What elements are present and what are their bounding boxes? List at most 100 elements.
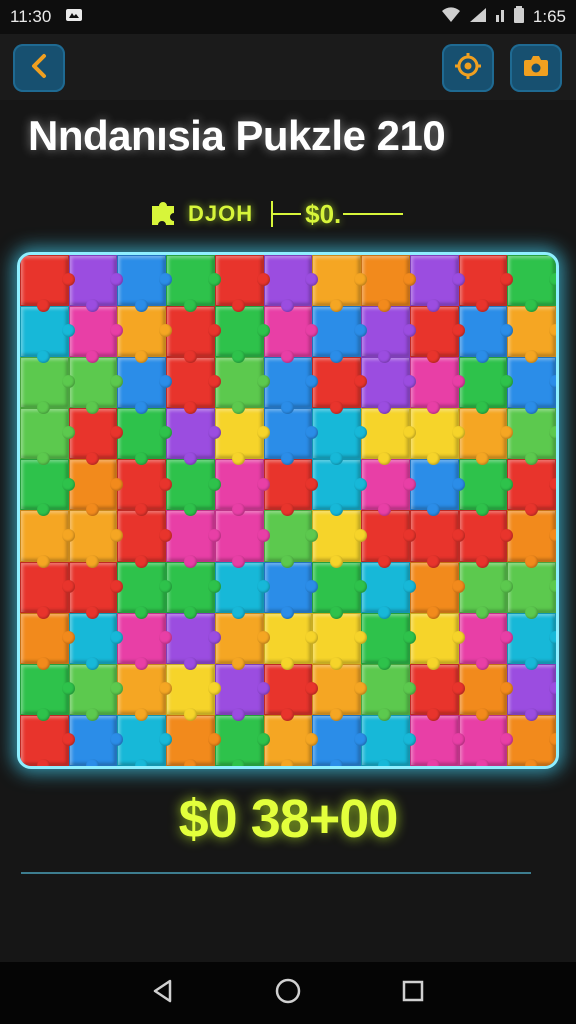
puzzle-piece[interactable] xyxy=(458,306,513,364)
puzzle-piece[interactable] xyxy=(20,255,75,313)
puzzle-piece[interactable] xyxy=(458,714,513,766)
puzzle-piece[interactable] xyxy=(68,612,124,670)
puzzle-piece[interactable] xyxy=(263,357,319,415)
puzzle-piece[interactable] xyxy=(214,255,270,313)
puzzle-piece[interactable] xyxy=(117,459,172,517)
puzzle-piece[interactable] xyxy=(312,714,367,766)
puzzle-piece[interactable] xyxy=(214,561,270,619)
puzzle-piece[interactable] xyxy=(117,357,172,415)
puzzle-piece[interactable] xyxy=(361,255,416,313)
puzzle-piece[interactable] xyxy=(507,408,556,466)
puzzle-piece[interactable] xyxy=(361,459,416,517)
puzzle-piece[interactable] xyxy=(458,408,513,466)
puzzle-piece[interactable] xyxy=(117,612,172,670)
puzzle-piece[interactable] xyxy=(507,255,556,313)
puzzle-piece[interactable] xyxy=(361,306,416,364)
nav-recents-button[interactable] xyxy=(393,973,433,1013)
puzzle-piece[interactable] xyxy=(458,663,513,721)
puzzle-piece[interactable] xyxy=(117,306,172,364)
puzzle-piece[interactable] xyxy=(409,357,465,415)
puzzle-piece[interactable] xyxy=(20,408,75,466)
nav-home-button[interactable] xyxy=(268,973,308,1013)
puzzle-piece[interactable] xyxy=(409,663,465,721)
puzzle-piece[interactable] xyxy=(361,663,416,721)
puzzle-piece[interactable] xyxy=(263,612,319,670)
puzzle-piece[interactable] xyxy=(214,612,270,670)
puzzle-piece[interactable] xyxy=(361,408,416,466)
puzzle-piece[interactable] xyxy=(20,714,75,766)
puzzle-piece[interactable] xyxy=(312,663,367,721)
puzzle-piece[interactable] xyxy=(409,255,465,313)
puzzle-piece[interactable] xyxy=(507,612,556,670)
puzzle-piece[interactable] xyxy=(409,561,465,619)
puzzle-piece[interactable] xyxy=(507,357,556,415)
puzzle-piece[interactable] xyxy=(312,357,367,415)
puzzle-piece[interactable] xyxy=(68,510,124,568)
puzzle-piece[interactable] xyxy=(20,561,75,619)
puzzle-piece[interactable] xyxy=(263,510,319,568)
puzzle-piece[interactable] xyxy=(361,357,416,415)
puzzle-piece[interactable] xyxy=(68,459,124,517)
puzzle-piece[interactable] xyxy=(507,663,556,721)
puzzle-piece[interactable] xyxy=(68,663,124,721)
puzzle-piece[interactable] xyxy=(507,510,556,568)
puzzle-piece[interactable] xyxy=(214,408,270,466)
puzzle-piece[interactable] xyxy=(312,612,367,670)
puzzle-piece[interactable] xyxy=(20,510,75,568)
puzzle-piece[interactable] xyxy=(117,714,172,766)
puzzle-piece[interactable] xyxy=(68,306,124,364)
puzzle-piece[interactable] xyxy=(214,357,270,415)
puzzle-piece[interactable] xyxy=(361,612,416,670)
puzzle-piece[interactable] xyxy=(263,408,319,466)
puzzle-piece[interactable] xyxy=(312,255,367,313)
puzzle-piece[interactable] xyxy=(166,510,221,568)
puzzle-piece[interactable] xyxy=(312,510,367,568)
puzzle-piece[interactable] xyxy=(117,255,172,313)
puzzle-piece[interactable] xyxy=(166,561,221,619)
puzzle-piece[interactable] xyxy=(166,714,221,766)
puzzle-piece[interactable] xyxy=(166,408,221,466)
puzzle-board[interactable] xyxy=(17,252,559,769)
puzzle-piece[interactable] xyxy=(166,255,221,313)
puzzle-piece[interactable] xyxy=(361,714,416,766)
puzzle-piece[interactable] xyxy=(312,306,367,364)
puzzle-piece[interactable] xyxy=(117,510,172,568)
puzzle-piece[interactable] xyxy=(166,459,221,517)
puzzle-piece[interactable] xyxy=(166,663,221,721)
puzzle-piece[interactable] xyxy=(68,714,124,766)
puzzle-piece[interactable] xyxy=(458,255,513,313)
puzzle-piece[interactable] xyxy=(68,408,124,466)
puzzle-piece[interactable] xyxy=(458,357,513,415)
puzzle-piece[interactable] xyxy=(117,408,172,466)
puzzle-piece[interactable] xyxy=(20,357,75,415)
puzzle-piece[interactable] xyxy=(458,561,513,619)
puzzle-piece[interactable] xyxy=(458,459,513,517)
puzzle-piece[interactable] xyxy=(214,663,270,721)
puzzle-piece[interactable] xyxy=(507,459,556,517)
puzzle-piece[interactable] xyxy=(263,663,319,721)
puzzle-piece[interactable] xyxy=(166,306,221,364)
nav-back-button[interactable] xyxy=(143,973,183,1013)
puzzle-piece[interactable] xyxy=(409,510,465,568)
puzzle-piece[interactable] xyxy=(117,663,172,721)
puzzle-piece[interactable] xyxy=(263,255,319,313)
puzzle-piece[interactable] xyxy=(263,714,319,766)
puzzle-piece[interactable] xyxy=(117,561,172,619)
puzzle-piece[interactable] xyxy=(507,306,556,364)
camera-button[interactable] xyxy=(510,44,562,92)
puzzle-piece[interactable] xyxy=(507,714,556,766)
puzzle-piece[interactable] xyxy=(458,510,513,568)
puzzle-piece[interactable] xyxy=(409,459,465,517)
puzzle-piece[interactable] xyxy=(166,612,221,670)
puzzle-piece[interactable] xyxy=(68,357,124,415)
puzzle-piece[interactable] xyxy=(68,561,124,619)
puzzle-piece[interactable] xyxy=(214,510,270,568)
puzzle-piece[interactable] xyxy=(20,306,75,364)
puzzle-grid[interactable] xyxy=(20,255,556,766)
puzzle-piece[interactable] xyxy=(312,408,367,466)
puzzle-piece[interactable] xyxy=(312,459,367,517)
back-button[interactable] xyxy=(13,44,65,92)
puzzle-piece[interactable] xyxy=(20,612,75,670)
puzzle-piece[interactable] xyxy=(20,459,75,517)
puzzle-piece[interactable] xyxy=(263,561,319,619)
